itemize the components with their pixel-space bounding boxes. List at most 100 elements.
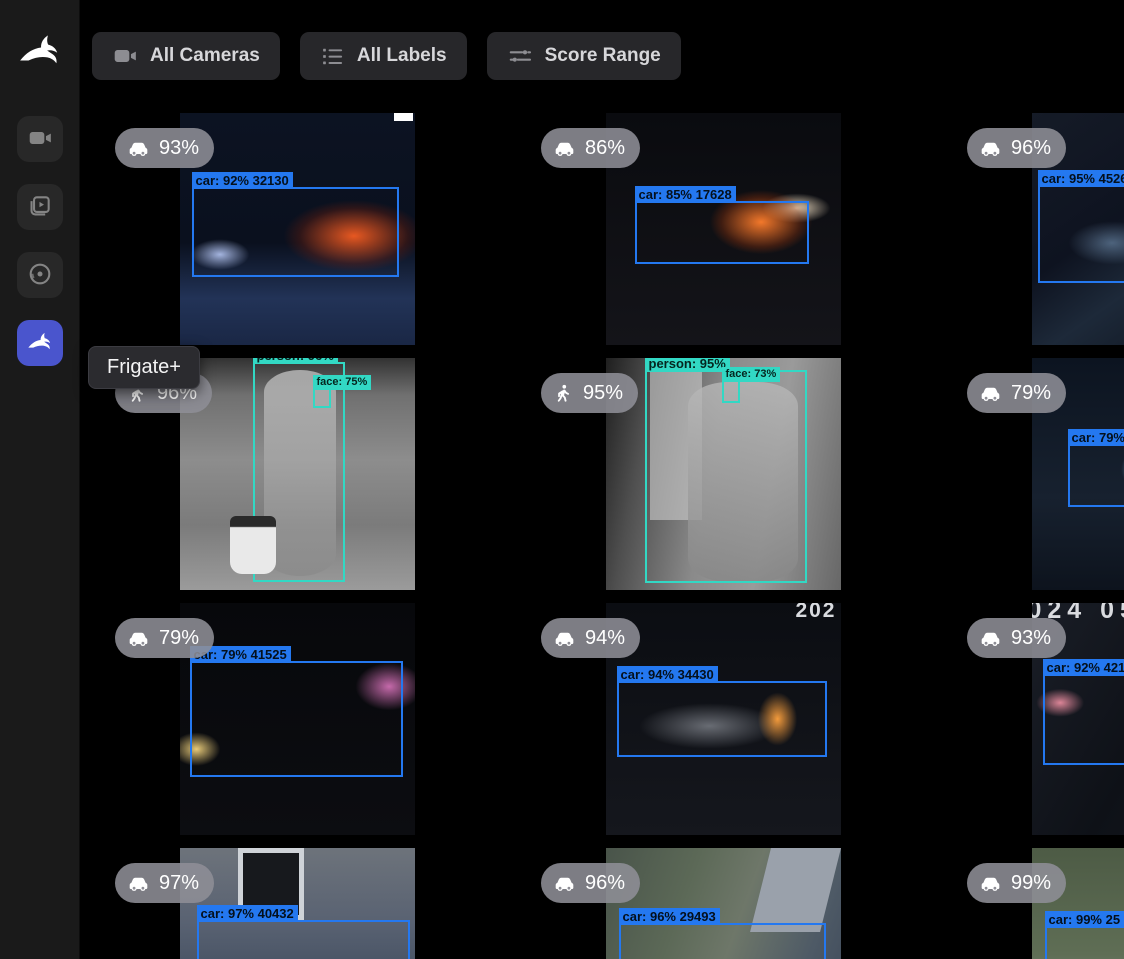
face-bbox: face: 73%: [722, 380, 740, 403]
score-badge: 95%: [541, 373, 638, 413]
snapshot-tile[interactable]: 99% car: 99% 25: [936, 845, 1124, 959]
detection-bbox: car: 97% 40432: [197, 920, 410, 959]
list-icon: [320, 44, 345, 69]
snapshot-tile[interactable]: 93% car: 92% 32130: [84, 110, 510, 355]
score-badge: 86%: [541, 128, 640, 168]
filter-label: All Cameras: [150, 45, 260, 67]
snapshot-tile[interactable]: 94% 202 car: 94% 34430: [510, 600, 936, 845]
detection-label: person: 96%: [253, 358, 338, 364]
main-content: All Cameras All Labels Score Range: [80, 0, 1124, 959]
detection-label: car: 96% 29493: [619, 908, 720, 925]
snapshot-tile[interactable]: 93% 024 05 0 car: 92% 4216: [936, 600, 1124, 845]
detection-bbox: car: 92% 32130: [192, 187, 399, 277]
car-icon: [553, 872, 576, 895]
score-badge: 93%: [967, 618, 1066, 658]
snapshot-image: car: 92% 32130: [180, 113, 415, 345]
snapshot-tile[interactable]: 79% car: 79%: [936, 355, 1124, 600]
score-text: 79%: [159, 627, 199, 650]
car-icon: [979, 382, 1002, 405]
car-icon: [979, 137, 1002, 160]
face-label: face: 75%: [313, 375, 372, 390]
detection-bbox: car: 79% 41525: [190, 661, 403, 777]
score-text: 94%: [585, 627, 625, 650]
score-text: 95%: [583, 382, 623, 405]
car-icon: [979, 872, 1002, 895]
all-cameras-filter-button[interactable]: All Cameras: [92, 32, 280, 80]
detection-label: car: 85% 17628: [635, 186, 736, 203]
face-bbox: face: 75%: [313, 388, 331, 408]
car-icon: [553, 137, 576, 160]
score-text: 97%: [159, 872, 199, 895]
filter-bar: All Cameras All Labels Score Range: [80, 0, 1124, 80]
detection-bbox: car: 99% 25: [1045, 926, 1124, 959]
sidebar-item-live[interactable]: [17, 116, 63, 162]
filter-label: Score Range: [545, 45, 661, 67]
camera-icon: [27, 125, 53, 154]
score-badge: 79%: [115, 618, 214, 658]
score-text: 93%: [159, 137, 199, 160]
sidebar-nav: [17, 116, 63, 366]
score-text: 79%: [1011, 382, 1051, 405]
all-labels-filter-button[interactable]: All Labels: [300, 32, 467, 80]
snapshot-image: person: 95% face: 73%: [606, 358, 841, 590]
detection-bbox: car: 96% 29493: [619, 923, 826, 959]
review-icon: [27, 193, 53, 222]
detection-bbox: car: 79%: [1068, 444, 1124, 507]
sidebar: [0, 0, 80, 959]
snapshot-tile[interactable]: 96% car: 96% 29493: [510, 845, 936, 959]
car-icon: [127, 137, 150, 160]
snapshot-tile[interactable]: 97% car: 97% 40432: [84, 845, 510, 959]
record-disc-icon: [27, 261, 53, 290]
detection-label: car: 92% 4216: [1043, 659, 1124, 676]
score-badge: 96%: [541, 863, 640, 903]
score-text: 96%: [1011, 137, 1051, 160]
detection-label: car: 94% 34430: [617, 666, 718, 683]
snapshot-tile[interactable]: 86% car: 85% 17628: [510, 110, 936, 355]
frigate-plus-tooltip: Frigate+: [88, 346, 200, 389]
sliders-icon: [507, 43, 533, 69]
frigate-app: All Cameras All Labels Score Range: [0, 0, 1124, 959]
car-icon: [127, 627, 150, 650]
score-badge: 99%: [967, 863, 1066, 903]
camera-icon: [112, 43, 138, 69]
detection-bbox: car: 85% 17628: [635, 201, 809, 264]
score-text: 93%: [1011, 627, 1051, 650]
sidebar-item-export[interactable]: [17, 252, 63, 298]
snapshot-grid: 93% car: 92% 32130 86%: [80, 110, 1124, 959]
frigate-bird-icon: [25, 328, 55, 358]
snapshot-image: person: 96% face: 75%: [180, 358, 415, 590]
snapshot-tile[interactable]: 95% person: 95% face: 73%: [510, 355, 936, 600]
detection-bbox: car: 95% 45260: [1038, 185, 1124, 283]
filter-label: All Labels: [357, 45, 447, 67]
detection-label: person: 95%: [645, 358, 730, 372]
face-label: face: 73%: [722, 367, 781, 382]
detection-bbox: car: 94% 34430: [617, 681, 827, 757]
frigate-logo-icon[interactable]: [12, 24, 68, 76]
score-badge: 94%: [541, 618, 640, 658]
timestamp-overlay: 202: [795, 603, 836, 623]
snapshot-image: car: 96% 29493: [606, 848, 841, 959]
score-text: 86%: [585, 137, 625, 160]
detection-label: car: 95% 45260: [1038, 170, 1124, 187]
detection-label: car: 92% 32130: [192, 172, 293, 189]
score-text: 99%: [1011, 872, 1051, 895]
car-icon: [127, 872, 150, 895]
detection-label: car: 97% 40432: [197, 905, 298, 922]
sidebar-item-review[interactable]: [17, 184, 63, 230]
score-badge: 93%: [115, 128, 214, 168]
car-icon: [979, 627, 1002, 650]
score-text: 96%: [585, 872, 625, 895]
sidebar-item-frigate-plus[interactable]: [17, 320, 63, 366]
snapshot-tile[interactable]: 96% person: 96% face: 75%: [84, 355, 510, 600]
snapshot-image: car: 85% 17628: [606, 113, 841, 345]
detection-bbox: car: 92% 4216: [1043, 674, 1124, 765]
detection-label: car: 79%: [1068, 429, 1124, 446]
score-badge: 97%: [115, 863, 214, 903]
score-range-filter-button[interactable]: Score Range: [487, 32, 681, 80]
snapshot-image: 202 car: 94% 34430: [606, 603, 841, 835]
score-badge: 96%: [967, 128, 1066, 168]
snapshot-tile[interactable]: 96% car: 95% 45260: [936, 110, 1124, 355]
snapshot-tile[interactable]: 79% car: 79% 41525: [84, 600, 510, 845]
person-icon: [553, 383, 574, 404]
snapshot-image: car: 79% 41525: [180, 603, 415, 835]
